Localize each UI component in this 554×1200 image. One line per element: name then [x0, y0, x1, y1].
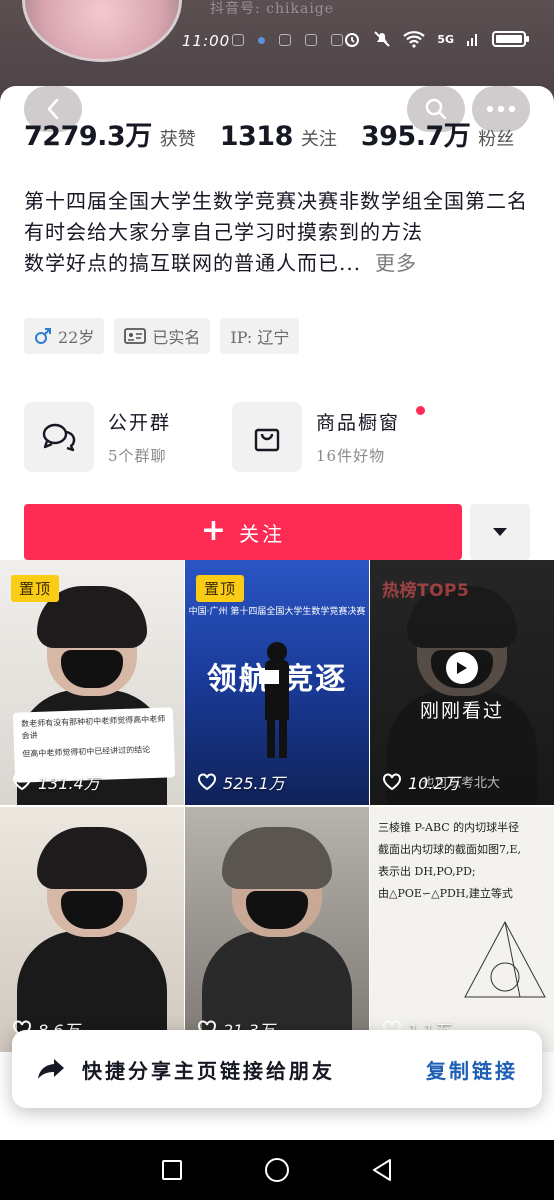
follow-label: 关注: [239, 521, 286, 546]
public-group-entry[interactable]: 公开群 5个群聊: [24, 402, 171, 472]
new-dot-badge: [416, 406, 425, 415]
stats-row: 7279.3万 获赞 1318 关注 395.7万 粉丝: [24, 114, 514, 153]
mute-icon: [374, 31, 391, 47]
gender-age-tag: 22岁: [24, 318, 105, 354]
ip-tag: IP: 辽宁: [220, 318, 300, 354]
video-tile[interactable]: 热榜TOP5 刚刚看过 也可以考北大 10.2万: [370, 560, 554, 805]
age-text: 22岁: [58, 328, 95, 347]
bio-line-text: 数学好点的搞互联网的普通人而已...: [24, 251, 362, 275]
app-notification-icon: [331, 34, 343, 46]
following-label[interactable]: 关注: [301, 125, 337, 151]
network-type: 5G: [437, 32, 454, 46]
wifi-icon: [403, 31, 426, 48]
system-nav-bar: [0, 1140, 554, 1200]
more-icon: [486, 105, 516, 113]
likes-count: 10.2万: [408, 774, 460, 793]
bio-line: 有时会给大家分享自己学习时摸索到的方法: [24, 220, 423, 244]
likes-count: 525.1万: [223, 774, 285, 793]
followers-label[interactable]: 粉丝: [478, 125, 514, 151]
hot-rank-badge: 热榜TOP5: [382, 581, 470, 601]
status-time: 11:00: [182, 32, 231, 50]
plus-icon: +: [200, 512, 230, 548]
recents-icon[interactable]: [161, 1159, 183, 1181]
recently-watched-label: 刚刚看过: [419, 700, 504, 722]
share-arrow-icon: [38, 1059, 64, 1079]
bio-more-link[interactable]: 更多: [375, 251, 417, 275]
ip-text: IP: 辽宁: [230, 328, 290, 347]
contest-caption: 中国·广州 第十四届全国大学生数学竞赛决赛: [188, 607, 366, 617]
video-tile[interactable]: 数老师有没有那种初中老师觉得高中老师会讲 但高中老师觉得初中已经讲过的结论 置顶…: [0, 560, 184, 805]
bio-line: 第十四届全国大学生数学竞赛决赛非数学组全国第二名: [24, 189, 528, 213]
likes-label: 获赞: [159, 129, 196, 150]
pinned-badge: 置顶: [196, 575, 245, 602]
copy-link-button[interactable]: 复制链接: [426, 1055, 518, 1084]
group-title: 公开群: [108, 412, 172, 434]
video-tile[interactable]: 中国·广州 第十四届全国大学生数学竞赛决赛 领航 竞逐 置顶 525.1万: [185, 560, 369, 805]
status-icons: 5G: [343, 30, 530, 48]
video-grid: 数老师有没有那种初中老师觉得高中老师会讲 但高中老师觉得初中已经讲过的结论 置顶…: [0, 560, 554, 1052]
share-toast: 快捷分享主页链接给朋友 复制链接: [12, 1030, 542, 1108]
douyin-id: 抖音号: chikaige: [210, 1, 335, 17]
profile-tags: 22岁 已实名 IP: 辽宁: [24, 318, 300, 354]
video-likes: 10.2万: [382, 770, 460, 794]
math-line: 截面出内切球的截面如图7,E,: [378, 843, 522, 856]
heart-icon: [198, 773, 216, 791]
pyramid-diagram: [464, 920, 546, 998]
location-dot-icon: [258, 37, 265, 44]
heart-icon: [383, 773, 401, 791]
app-notification-icon: [305, 34, 317, 46]
bio: 第十四届全国大学生数学竞赛决赛非数学组全国第二名 有时会给大家分享自己学习时摸索…: [24, 186, 534, 279]
following-count[interactable]: 1318: [220, 121, 294, 152]
video-tile[interactable]: 21.3万: [185, 807, 369, 1052]
play-icon: [446, 652, 478, 684]
id-card-icon: [124, 328, 147, 344]
heart-icon: [13, 773, 31, 791]
math-line: 由△POE∽△PDH,建立等式: [378, 887, 513, 900]
home-icon[interactable]: [264, 1157, 290, 1183]
triangle-down-icon: [493, 528, 507, 536]
group-subtitle: 5个群聊: [108, 447, 167, 465]
math-notes: 三棱锥 P-ABC 的内切球半径 截面出内切球的截面如图7,E, 表示出 DH,…: [378, 817, 548, 905]
shop-icon-box: [232, 402, 302, 472]
follow-button[interactable]: + 关注: [24, 504, 462, 560]
math-line: 三棱锥 P-ABC 的内切球半径: [378, 821, 520, 834]
group-chat-icon-box: [24, 402, 94, 472]
notification-icon: [232, 34, 244, 46]
verification-tag: 已实名: [114, 318, 211, 354]
shop-subtitle: 16件好物: [316, 447, 386, 465]
group-chat-icon: [42, 423, 76, 452]
shop-title: 商品橱窗: [316, 412, 401, 434]
lock-icon: [279, 34, 291, 46]
verification-text: 已实名: [152, 328, 201, 347]
notification-icons: [232, 34, 343, 46]
shopping-bag-icon: [254, 428, 280, 452]
bio-line: 数学好点的搞互联网的普通人而已... 更多: [24, 248, 534, 279]
video-likes: 131.4万: [12, 770, 100, 794]
likes-count: 131.4万: [38, 774, 100, 793]
recommend-dropdown-button[interactable]: [470, 504, 530, 560]
chat-line: 数老师有没有那种初中老师觉得高中老师会讲: [21, 714, 166, 741]
math-line: 表示出 DH,PO,PD;: [378, 865, 476, 878]
video-tile[interactable]: 三棱锥 P-ABC 的内切球半径 截面出内切球的截面如图7,E, 表示出 DH,…: [370, 807, 554, 1052]
share-text: 快捷分享主页链接给朋友: [82, 1058, 335, 1083]
pinned-badge: 置顶: [11, 575, 60, 602]
video-tile[interactable]: 8.6万: [0, 807, 184, 1052]
followers-count[interactable]: 395.7万: [361, 114, 471, 153]
chat-line: 但高中老师觉得初中已经讲过的结论: [22, 745, 151, 759]
alarm-icon: [345, 33, 360, 47]
male-icon: [35, 328, 51, 344]
battery-icon: [492, 31, 529, 47]
signal-icon: [467, 34, 477, 46]
status-bar: 11:00 5G: [0, 28, 554, 56]
shop-window-entry[interactable]: 商品橱窗 16件好物: [232, 402, 425, 472]
video-likes: 525.1万: [197, 770, 285, 794]
likes-count: 7279.3万: [24, 121, 152, 152]
recently-watched: 刚刚看过: [370, 652, 554, 723]
back-nav-icon[interactable]: [371, 1158, 393, 1182]
